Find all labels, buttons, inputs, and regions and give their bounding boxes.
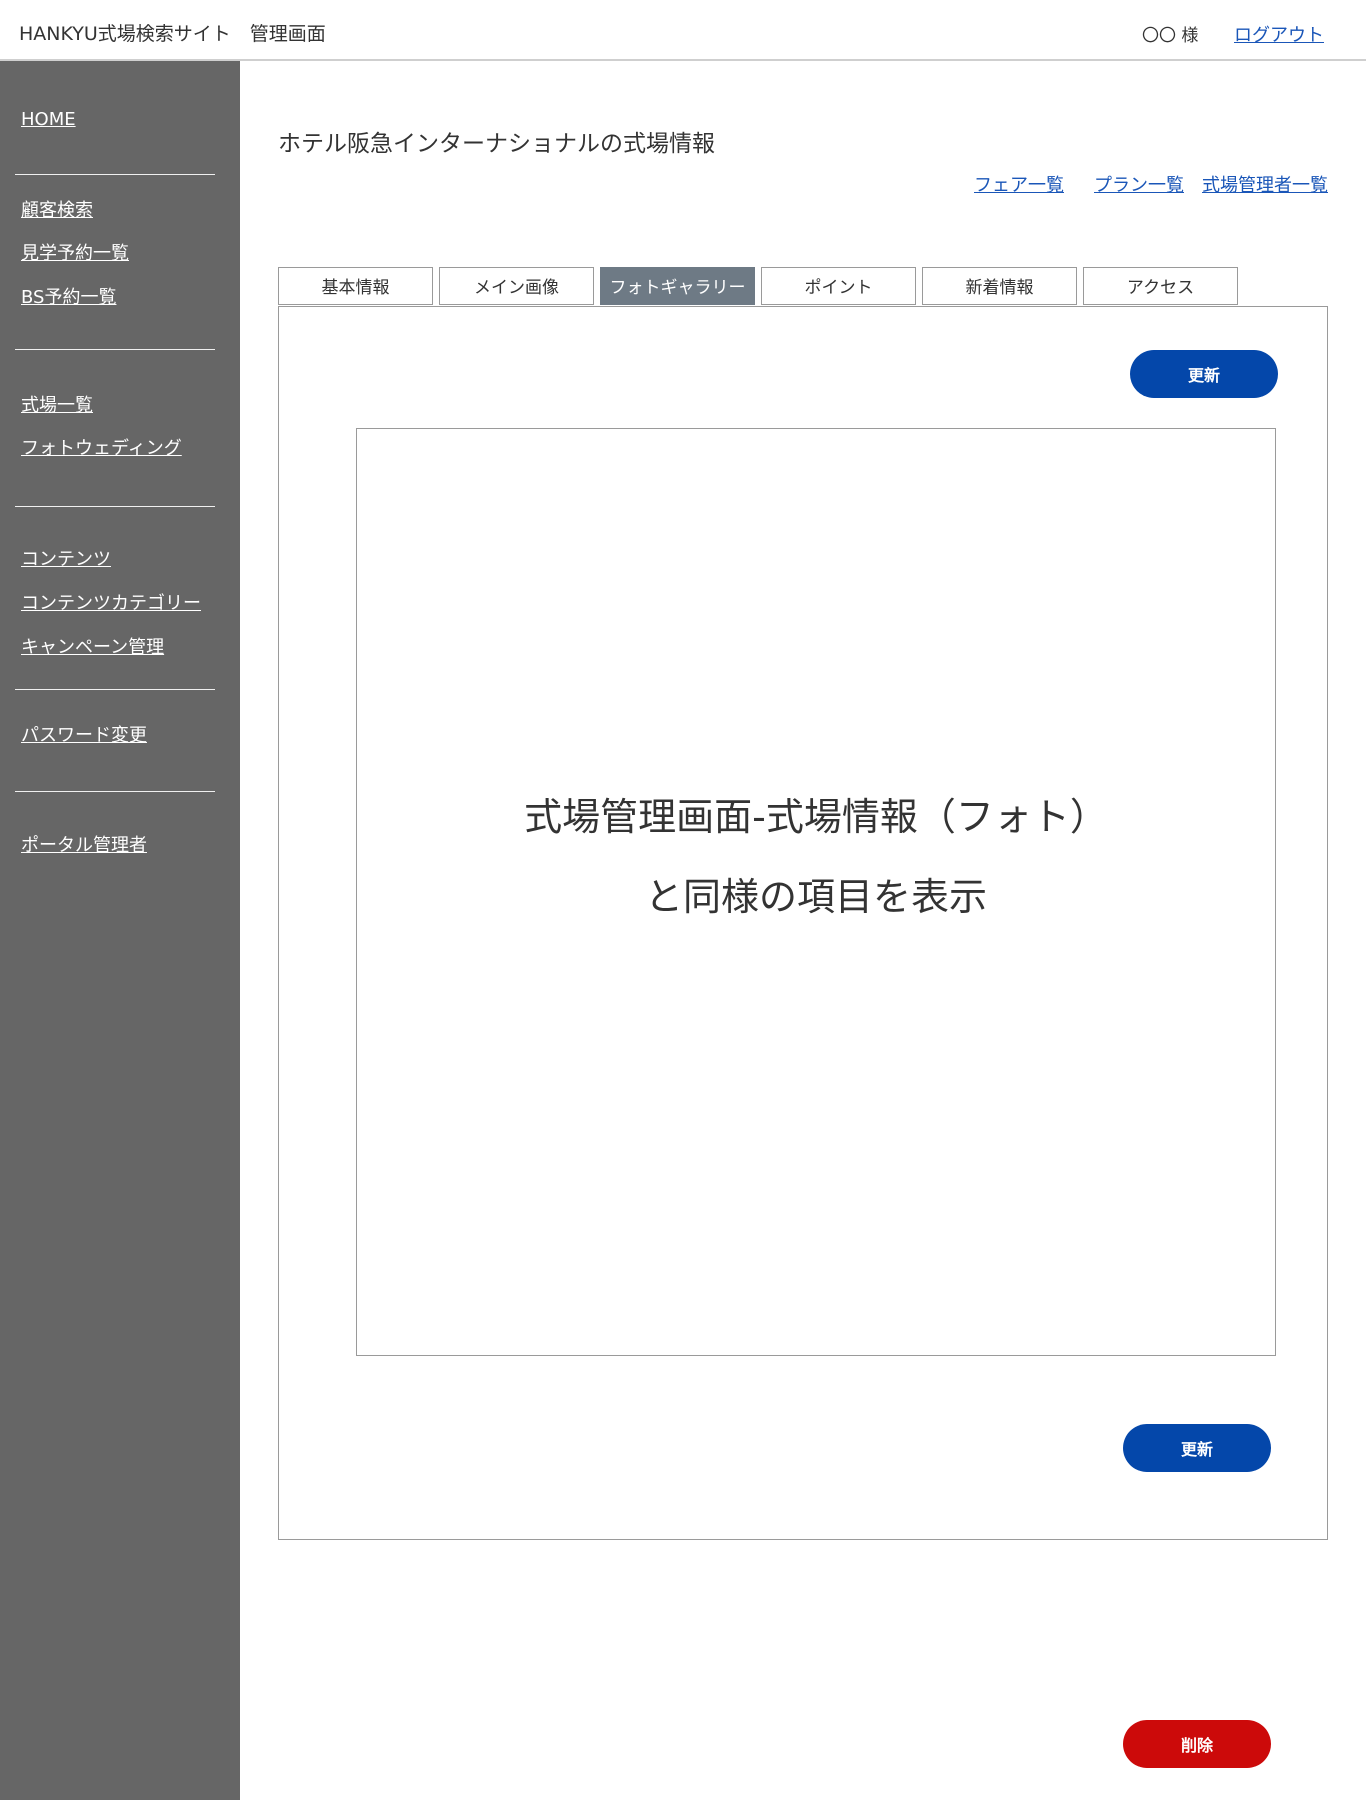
placeholder-text-line-1: 式場管理画面-式場情報（フォト） <box>524 795 1108 839</box>
sidebar-item-photo-wedding[interactable]: フォトウェディング <box>21 434 182 460</box>
page-title: ホテル阪急インターナショナルの式場情報 <box>278 131 715 157</box>
top-header: HANKYU式場検索サイト 管理画面 〇〇 様 ログアウト <box>0 0 1366 61</box>
sidebar-divider <box>15 689 215 690</box>
sidebar-item-venue-list[interactable]: 式場一覧 <box>21 391 93 417</box>
sidebar-item-bs-reservations[interactable]: BS予約一覧 <box>21 283 116 309</box>
sidebar: HOME 顧客検索 見学予約一覧 BS予約一覧 式場一覧 フォトウェディング コ… <box>0 61 240 1800</box>
logout-link[interactable]: ログアウト <box>1234 21 1324 47</box>
sidebar-item-password-change[interactable]: パスワード変更 <box>21 721 147 747</box>
sidebar-item-content-categories[interactable]: コンテンツカテゴリー <box>21 589 201 615</box>
sidebar-divider <box>15 506 215 507</box>
tab-main-image[interactable]: メイン画像 <box>439 267 594 305</box>
update-button-top[interactable]: 更新 <box>1130 350 1278 398</box>
tab-basic-info[interactable]: 基本情報 <box>278 267 433 305</box>
tab-access[interactable]: アクセス <box>1083 267 1238 305</box>
fair-list-link[interactable]: フェア一覧 <box>974 171 1064 197</box>
plan-list-link[interactable]: プラン一覧 <box>1094 171 1184 197</box>
sidebar-item-contents[interactable]: コンテンツ <box>21 545 111 571</box>
sidebar-item-visit-reservations[interactable]: 見学予約一覧 <box>21 239 129 265</box>
sidebar-divider <box>15 791 215 792</box>
photo-gallery-content-box: 式場管理画面-式場情報（フォト） と同様の項目を表示 <box>356 428 1276 1356</box>
sidebar-item-customer-search[interactable]: 顧客検索 <box>21 196 93 222</box>
sidebar-item-home[interactable]: HOME <box>21 109 76 130</box>
sidebar-item-portal-admin[interactable]: ポータル管理者 <box>21 831 147 857</box>
placeholder-text-line-2: と同様の項目を表示 <box>644 875 987 919</box>
app-title: HANKYU式場検索サイト 管理画面 <box>19 23 326 45</box>
update-button-bottom[interactable]: 更新 <box>1123 1424 1271 1472</box>
user-name-label: 〇〇 様 <box>1142 26 1199 46</box>
tab-news[interactable]: 新着情報 <box>922 267 1077 305</box>
tab-photo-gallery[interactable]: フォトギャラリー <box>600 267 755 305</box>
sidebar-item-campaign-management[interactable]: キャンペーン管理 <box>21 633 164 659</box>
sidebar-divider <box>15 174 215 175</box>
delete-button[interactable]: 削除 <box>1123 1720 1271 1768</box>
sidebar-divider <box>15 349 215 350</box>
tab-points[interactable]: ポイント <box>761 267 916 305</box>
venue-admin-list-link[interactable]: 式場管理者一覧 <box>1202 171 1328 197</box>
